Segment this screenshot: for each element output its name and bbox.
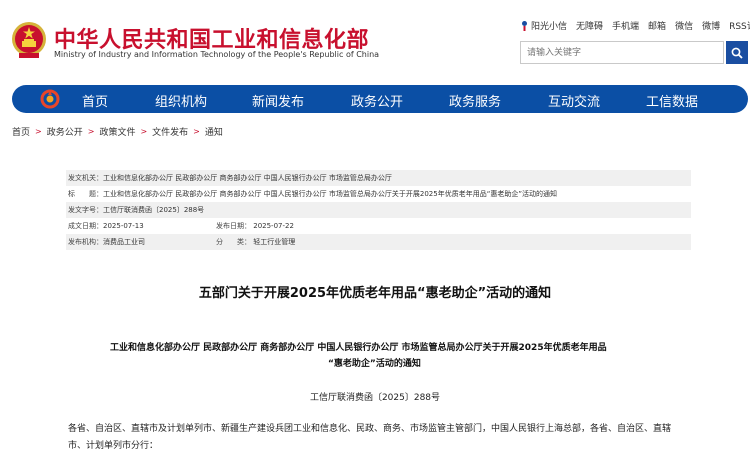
- document-title: 五部门关于开展2025年优质老年用品“惠老助企”活动的通知: [198, 286, 552, 301]
- top-link-wechat[interactable]: 微信: [675, 19, 693, 32]
- main-nav: 首页 组织机构 新闻发布 政务公开 政务服务 互动交流 工信数据: [12, 85, 748, 113]
- meta-row-docno: 发文字号： 工信厅联消费函〔2025〕288号: [66, 202, 691, 218]
- search-button[interactable]: [726, 41, 748, 64]
- meta-row-dates: 成文日期： 2025-07-13 发布日期： 2025-07-22: [66, 218, 691, 234]
- meta-value: 工信厅联消费函〔2025〕288号: [103, 206, 205, 214]
- nav-item-home[interactable]: 首页: [82, 91, 108, 110]
- meta-pubdate: 发布日期： 2025-07-22: [216, 221, 294, 231]
- document-issuer-line: “惠老助企”活动的通知: [328, 359, 421, 369]
- top-link-rss[interactable]: RSS订阅: [729, 19, 750, 32]
- top-link-sunshine[interactable]: 阳光小信: [520, 19, 567, 32]
- nav-item-gov-affairs[interactable]: 政务公开: [351, 91, 403, 110]
- meta-row-org: 发布机构： 消费品工业司 分 类： 轻工行业管理: [66, 234, 691, 250]
- meta-category: 分 类： 轻工行业管理: [216, 237, 295, 247]
- breadcrumb-notice: 通知: [204, 128, 223, 138]
- breadcrumb-separator-icon: >: [35, 127, 42, 136]
- body-paragraph: 市、计划单列市分行：: [68, 441, 159, 451]
- meta-label: 标 题：: [68, 190, 103, 198]
- breadcrumb-separator-icon: >: [193, 127, 200, 136]
- meta-value: 2025-07-13: [103, 222, 144, 230]
- breadcrumb-policy-files[interactable]: 政策文件: [99, 125, 135, 138]
- nav-item-news[interactable]: 新闻发布: [252, 91, 304, 110]
- meta-label: 发文字号：: [68, 206, 103, 214]
- top-link-accessibility[interactable]: 无障碍: [576, 19, 603, 32]
- breadcrumb-file-release[interactable]: 文件发布: [152, 125, 188, 138]
- top-link-mobile[interactable]: 手机端: [612, 19, 639, 32]
- search-icon: [731, 47, 743, 59]
- meta-label: 发布机构：: [68, 238, 103, 246]
- document-issuer-line: 工业和信息化部办公厅 民政部办公厅 商务部办公厅 中国人民银行办公厅 市场监管总…: [110, 343, 607, 353]
- search-input[interactable]: [520, 41, 724, 64]
- document-metadata-table: 发文机关： 工业和信息化部办公厅 民政部办公厅 商务部办公厅 中国人民银行办公厅…: [66, 170, 691, 250]
- top-links: 阳光小信 无障碍 手机端 邮箱 微信 微博 RSS订阅: [520, 19, 750, 32]
- meta-value: 消费品工业司: [103, 238, 145, 246]
- meta-value: 轻工行业管理: [253, 238, 296, 246]
- breadcrumb-home[interactable]: 首页: [12, 125, 30, 138]
- site-subtitle: Ministry of Industry and Information Tec…: [54, 50, 380, 59]
- body-paragraph: 各省、自治区、直辖市及计划单列市、新疆生产建设兵团工业和信息化、民政、商务、市场…: [68, 424, 672, 434]
- meta-label: 成文日期：: [68, 222, 103, 230]
- nav-item-services[interactable]: 政务服务: [449, 91, 501, 110]
- meta-row-issuer: 发文机关： 工业和信息化部办公厅 民政部办公厅 商务部办公厅 中国人民银行办公厅…: [66, 170, 691, 186]
- nav-item-data[interactable]: 工信数据: [646, 91, 698, 110]
- meta-value: 2025-07-22: [253, 222, 294, 230]
- meta-value: 工业和信息化部办公厅 民政部办公厅 商务部办公厅 中国人民银行办公厅 市场监管总…: [103, 174, 392, 182]
- top-link-label: 阳光小信: [531, 22, 568, 32]
- breadcrumb-separator-icon: >: [87, 127, 95, 136]
- top-link-mail[interactable]: 邮箱: [648, 19, 666, 32]
- meta-label: 发文机关：: [68, 174, 103, 182]
- site-header: 中华人民共和国工业和信息化部 Ministry of Industry and …: [0, 0, 750, 80]
- document-number: 工信厅联消费函〔2025〕288号: [309, 393, 441, 403]
- nav-item-interaction[interactable]: 互动交流: [548, 91, 600, 110]
- breadcrumb: 首页 > 政务公开 > 政策文件 > 文件发布 > 通知: [12, 125, 223, 138]
- breadcrumb-gov-affairs[interactable]: 政务公开: [47, 125, 83, 138]
- search-box: [520, 41, 748, 64]
- meta-label: 分 类：: [216, 238, 251, 246]
- meta-row-title: 标 题： 工业和信息化部办公厅 民政部办公厅 商务部办公厅 中国人民银行办公厅 …: [66, 186, 691, 202]
- national-emblem-icon[interactable]: [11, 20, 47, 60]
- nav-item-organization[interactable]: 组织机构: [155, 91, 207, 110]
- meta-label: 发布日期：: [216, 222, 251, 230]
- top-link-weibo[interactable]: 微博: [702, 19, 720, 32]
- breadcrumb-separator-icon: >: [140, 127, 148, 136]
- meta-value: 工业和信息化部办公厅 民政部办公厅 商务部办公厅 中国人民银行办公厅 市场监管总…: [103, 190, 557, 198]
- ministry-logo-icon[interactable]: [40, 89, 60, 109]
- sunshine-icon: [522, 21, 527, 31]
